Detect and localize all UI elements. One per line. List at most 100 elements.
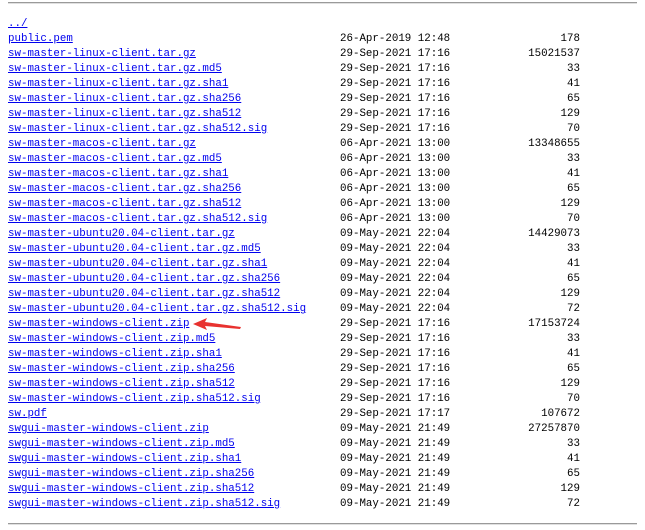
file-row: sw-master-windows-client.zip.sha512.sig 2…: [8, 392, 638, 407]
file-size: 15021537: [528, 48, 580, 60]
file-row: sw-master-linux-client.tar.gz.sha512.sig…: [8, 122, 638, 137]
red-arrow-annotation-icon: [193, 318, 241, 330]
file-size: 70: [567, 393, 580, 405]
file-link[interactable]: sw-master-ubuntu20.04-client.tar.gz.sha1: [8, 258, 267, 270]
file-link[interactable]: sw-master-macos-client.tar.gz.sha512.sig: [8, 213, 267, 225]
file-date: 09-May-2021 21:49: [340, 423, 451, 435]
file-size: 65: [567, 93, 580, 105]
file-date: 29-Sep-2021 17:16: [340, 333, 451, 345]
file-link[interactable]: sw-master-windows-client.zip.sha512: [8, 378, 235, 390]
file-link[interactable]: swgui-master-windows-client.zip.sha512.s…: [8, 498, 280, 510]
file-row: sw-master-ubuntu20.04-client.tar.gz.sha5…: [8, 302, 638, 317]
file-row: sw-master-macos-client.tar.gz.sha1 06-Apr…: [8, 167, 638, 182]
file-date: 09-May-2021 21:49: [340, 483, 451, 495]
file-date: 09-May-2021 21:49: [340, 498, 451, 510]
file-row: sw-master-ubuntu20.04-client.tar.gz.sha1…: [8, 257, 638, 272]
file-row: swgui-master-windows-client.zip.sha1 09-M…: [8, 452, 638, 467]
file-date: 29-Sep-2021 17:16: [340, 393, 451, 405]
file-link[interactable]: sw-master-ubuntu20.04-client.tar.gz.md5: [8, 243, 261, 255]
file-row: sw-master-linux-client.tar.gz.md5 29-Sep-…: [8, 62, 638, 77]
file-row: sw-master-windows-client.zip.md5 29-Sep-2…: [8, 332, 638, 347]
file-link[interactable]: sw-master-macos-client.tar.gz: [8, 138, 196, 150]
file-row: swgui-master-windows-client.zip.md5 09-Ma…: [8, 437, 638, 452]
file-date: 09-May-2021 22:04: [340, 288, 451, 300]
file-date: 29-Sep-2021 17:16: [340, 123, 451, 135]
file-date: 09-May-2021 21:49: [340, 453, 451, 465]
file-link[interactable]: swgui-master-windows-client.zip.sha256: [8, 468, 254, 480]
file-link[interactable]: sw-master-linux-client.tar.gz.sha512: [8, 108, 241, 120]
file-size: 65: [567, 183, 580, 195]
file-date: 09-May-2021 22:04: [340, 273, 451, 285]
file-date: 09-May-2021 22:04: [340, 228, 451, 240]
file-row: swgui-master-windows-client.zip 09-May-20…: [8, 422, 638, 437]
file-row: public.pem 26-Apr-2019 12:48 178: [8, 32, 638, 47]
file-link[interactable]: sw-master-ubuntu20.04-client.tar.gz.sha5…: [8, 303, 306, 315]
file-date: 29-Sep-2021 17:16: [340, 48, 451, 60]
file-link[interactable]: sw-master-linux-client.tar.gz: [8, 48, 196, 60]
file-row: sw-master-windows-client.zip.sha512 29-Se…: [8, 377, 638, 392]
file-link[interactable]: sw-master-windows-client.zip.sha1: [8, 348, 222, 360]
file-link[interactable]: sw-master-macos-client.tar.gz.sha512: [8, 198, 241, 210]
bottom-divider: [8, 523, 637, 525]
file-row: sw-master-ubuntu20.04-client.tar.gz 09-Ma…: [8, 227, 638, 242]
file-size: 65: [567, 273, 580, 285]
file-row: sw-master-windows-client.zip.sha256 29-Se…: [8, 362, 638, 377]
file-link[interactable]: sw-master-linux-client.tar.gz.sha1: [8, 78, 228, 90]
file-size: 65: [567, 363, 580, 375]
file-link[interactable]: swgui-master-windows-client.zip.sha1: [8, 453, 241, 465]
file-row: sw-master-macos-client.tar.gz.sha512.sig…: [8, 212, 638, 227]
file-link[interactable]: sw-master-ubuntu20.04-client.tar.gz: [8, 228, 235, 240]
file-date: 29-Sep-2021 17:16: [340, 108, 451, 120]
file-link[interactable]: sw-master-macos-client.tar.gz.sha1: [8, 168, 228, 180]
file-link[interactable]: sw-master-linux-client.tar.gz.sha512.sig: [8, 123, 267, 135]
file-link[interactable]: sw-master-windows-client.zip.sha256: [8, 363, 235, 375]
file-link[interactable]: sw-master-ubuntu20.04-client.tar.gz.sha2…: [8, 273, 280, 285]
file-row: sw.pdf 29-Sep-2021 17:17 107672: [8, 407, 638, 422]
file-link[interactable]: sw-master-windows-client.zip.md5: [8, 333, 215, 345]
file-size: 33: [567, 63, 580, 75]
file-row: sw-master-linux-client.tar.gz.sha1 29-Sep…: [8, 77, 638, 92]
file-link[interactable]: sw-master-macos-client.tar.gz.md5: [8, 153, 222, 165]
file-link[interactable]: public.pem: [8, 33, 73, 45]
file-size: 70: [567, 123, 580, 135]
file-link[interactable]: sw-master-windows-client.zip.sha512.sig: [8, 393, 261, 405]
file-list: ../ public.pem 26-Apr-2019 12:48 178 sw-mas…: [8, 17, 638, 512]
file-size: 41: [567, 78, 580, 90]
file-size: 33: [567, 333, 580, 345]
file-size: 65: [567, 468, 580, 480]
file-link[interactable]: swgui-master-windows-client.zip.sha512: [8, 483, 254, 495]
file-size: 72: [567, 303, 580, 315]
file-size: 17153724: [528, 318, 580, 330]
file-size: 178: [560, 33, 580, 45]
file-date: 09-May-2021 22:04: [340, 303, 451, 315]
top-divider: [8, 2, 637, 4]
file-date: 06-Apr-2021 13:00: [340, 138, 451, 150]
file-link[interactable]: swgui-master-windows-client.zip: [8, 423, 209, 435]
file-link[interactable]: sw.pdf: [8, 408, 47, 420]
file-row: sw-master-ubuntu20.04-client.tar.gz.sha2…: [8, 272, 638, 287]
file-row: sw-master-linux-client.tar.gz.sha256 29-S…: [8, 92, 638, 107]
parent-directory-link[interactable]: ../: [8, 18, 27, 30]
file-link[interactable]: swgui-master-windows-client.zip.md5: [8, 438, 235, 450]
file-row: sw-master-macos-client.tar.gz.sha512 06-A…: [8, 197, 638, 212]
file-row: sw-master-macos-client.tar.gz 06-Apr-2021…: [8, 137, 638, 152]
file-link[interactable]: sw-master-macos-client.tar.gz.sha256: [8, 183, 241, 195]
file-link[interactable]: sw-master-linux-client.tar.gz.md5: [8, 63, 222, 75]
file-size: 72: [567, 498, 580, 510]
file-date: 09-May-2021 22:04: [340, 243, 451, 255]
file-date: 29-Sep-2021 17:16: [340, 378, 451, 390]
file-link[interactable]: sw-master-ubuntu20.04-client.tar.gz.sha5…: [8, 288, 280, 300]
file-date: 29-Sep-2021 17:16: [340, 63, 451, 75]
file-row: sw-master-macos-client.tar.gz.sha256 06-A…: [8, 182, 638, 197]
file-date: 06-Apr-2021 13:00: [340, 198, 451, 210]
file-link[interactable]: sw-master-linux-client.tar.gz.sha256: [8, 93, 241, 105]
file-date: 06-Apr-2021 13:00: [340, 213, 451, 225]
file-link[interactable]: sw-master-windows-client.zip: [8, 318, 189, 330]
parent-row: ../: [8, 17, 638, 32]
file-date: 09-May-2021 21:49: [340, 438, 451, 450]
file-size: 14429073: [528, 228, 580, 240]
file-date: 06-Apr-2021 13:00: [340, 153, 451, 165]
file-size: 41: [567, 258, 580, 270]
file-row: sw-master-ubuntu20.04-client.tar.gz.md5 0…: [8, 242, 638, 257]
file-size: 129: [560, 378, 580, 390]
